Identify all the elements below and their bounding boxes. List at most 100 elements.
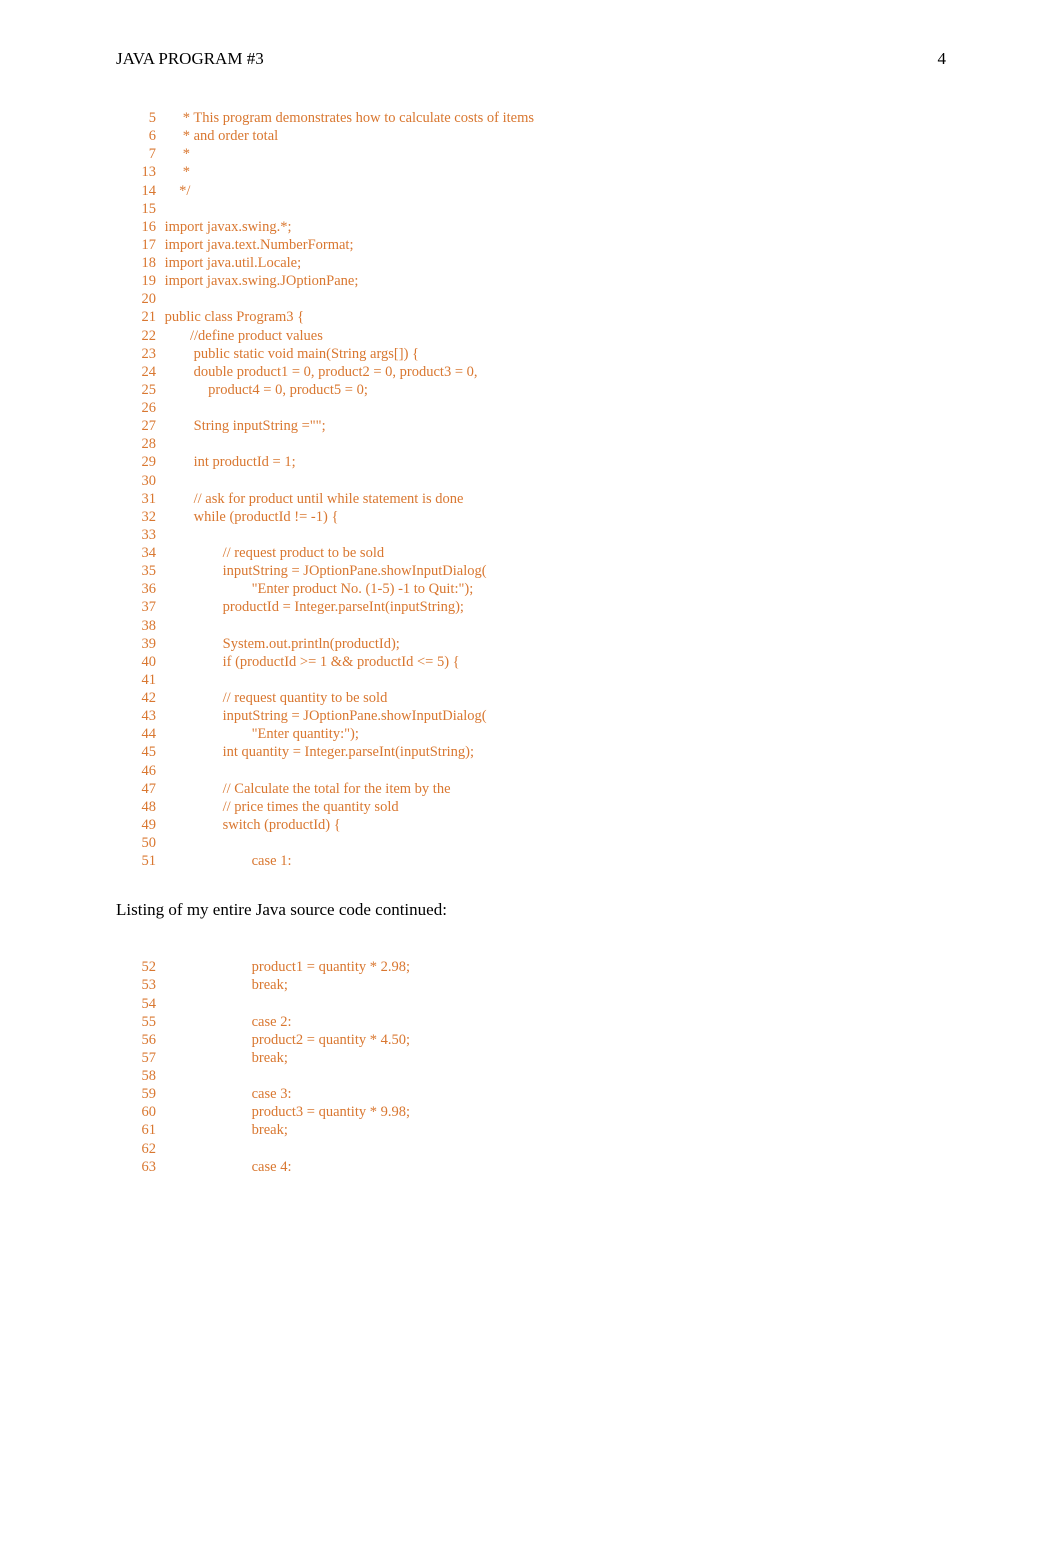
code-line: 62 — [134, 1140, 946, 1158]
code-text: // price times the quantity sold — [161, 798, 399, 816]
code-line: 54 — [134, 995, 946, 1013]
line-number: 6 — [134, 127, 156, 145]
code-line: 31 // ask for product until while statem… — [134, 490, 946, 508]
line-number: 56 — [134, 1031, 156, 1049]
code-text: import javax.swing.*; — [161, 218, 292, 236]
code-text: inputString = JOptionPane.showInputDialo… — [161, 562, 487, 580]
line-number: 44 — [134, 725, 156, 743]
code-line: 42 // request quantity to be sold — [134, 689, 946, 707]
code-text: case 4: — [161, 1158, 291, 1176]
code-line: 52 product1 = quantity * 2.98; — [134, 958, 946, 976]
code-text: product3 = quantity * 9.98; — [161, 1103, 410, 1121]
code-line: 19 import javax.swing.JOptionPane; — [134, 272, 946, 290]
code-text: * This program demonstrates how to calcu… — [161, 109, 534, 127]
line-number: 16 — [134, 218, 156, 236]
line-number: 5 — [134, 109, 156, 127]
line-number: 48 — [134, 798, 156, 816]
code-line: 55 case 2: — [134, 1013, 946, 1031]
code-text: String inputString =""; — [161, 417, 326, 435]
code-line: 53 break; — [134, 976, 946, 994]
code-block-1: 5 * This program demonstrates how to cal… — [134, 109, 946, 870]
line-number: 28 — [134, 435, 156, 453]
line-number: 40 — [134, 653, 156, 671]
line-number: 17 — [134, 236, 156, 254]
line-number: 47 — [134, 780, 156, 798]
code-text: switch (productId) { — [161, 816, 341, 834]
code-text — [161, 834, 165, 852]
code-line: 14 */ — [134, 182, 946, 200]
code-line: 40 if (productId >= 1 && productId <= 5)… — [134, 653, 946, 671]
code-line: 7 * — [134, 145, 946, 163]
line-number: 32 — [134, 508, 156, 526]
line-number: 52 — [134, 958, 156, 976]
code-text — [161, 1067, 165, 1085]
code-line: 33 — [134, 526, 946, 544]
line-number: 27 — [134, 417, 156, 435]
code-line: 37 productId = Integer.parseInt(inputStr… — [134, 598, 946, 616]
code-text: // Calculate the total for the item by t… — [161, 780, 451, 798]
code-text: public class Program3 { — [161, 308, 304, 326]
code-text — [161, 290, 165, 308]
code-text — [161, 671, 165, 689]
code-line: 43 inputString = JOptionPane.showInputDi… — [134, 707, 946, 725]
code-line: 29 int productId = 1; — [134, 453, 946, 471]
code-line: 47 // Calculate the total for the item b… — [134, 780, 946, 798]
code-line: 58 — [134, 1067, 946, 1085]
line-number: 45 — [134, 743, 156, 761]
line-number: 57 — [134, 1049, 156, 1067]
code-line: 57 break; — [134, 1049, 946, 1067]
code-text — [161, 526, 165, 544]
code-line: 20 — [134, 290, 946, 308]
line-number: 36 — [134, 580, 156, 598]
code-line: 34 // request product to be sold — [134, 544, 946, 562]
code-text: * — [161, 145, 190, 163]
line-number: 38 — [134, 617, 156, 635]
code-line: 15 — [134, 200, 946, 218]
code-line: 22 //define product values — [134, 327, 946, 345]
code-text: product1 = quantity * 2.98; — [161, 958, 410, 976]
code-line: 49 switch (productId) { — [134, 816, 946, 834]
code-line: 60 product3 = quantity * 9.98; — [134, 1103, 946, 1121]
line-number: 18 — [134, 254, 156, 272]
line-number: 61 — [134, 1121, 156, 1139]
code-line: 51 case 1: — [134, 852, 946, 870]
code-text — [161, 399, 165, 417]
line-number: 34 — [134, 544, 156, 562]
code-line: 32 while (productId != -1) { — [134, 508, 946, 526]
line-number: 25 — [134, 381, 156, 399]
line-number: 31 — [134, 490, 156, 508]
code-line: 61 break; — [134, 1121, 946, 1139]
code-line: 46 — [134, 762, 946, 780]
line-number: 54 — [134, 995, 156, 1013]
code-line: 18 import java.util.Locale; — [134, 254, 946, 272]
page-header: JAVA PROGRAM #3 4 — [116, 49, 946, 69]
code-text: case 1: — [161, 852, 291, 870]
code-text: * — [161, 163, 190, 181]
code-line: 25 product4 = 0, product5 = 0; — [134, 381, 946, 399]
code-text: case 2: — [161, 1013, 291, 1031]
code-line: 16 import javax.swing.*; — [134, 218, 946, 236]
line-number: 63 — [134, 1158, 156, 1176]
code-line: 63 case 4: — [134, 1158, 946, 1176]
code-text: case 3: — [161, 1085, 291, 1103]
code-text: break; — [161, 1121, 288, 1139]
line-number: 46 — [134, 762, 156, 780]
line-number: 7 — [134, 145, 156, 163]
code-text: "Enter product No. (1-5) -1 to Quit:"); — [161, 580, 473, 598]
code-text — [161, 762, 165, 780]
line-number: 29 — [134, 453, 156, 471]
line-number: 23 — [134, 345, 156, 363]
line-number: 37 — [134, 598, 156, 616]
code-text: import java.text.NumberFormat; — [161, 236, 354, 254]
code-text: break; — [161, 1049, 288, 1067]
line-number: 30 — [134, 472, 156, 490]
line-number: 19 — [134, 272, 156, 290]
code-line: 44 "Enter quantity:"); — [134, 725, 946, 743]
line-number: 43 — [134, 707, 156, 725]
line-number: 21 — [134, 308, 156, 326]
line-number: 51 — [134, 852, 156, 870]
code-text: */ — [161, 182, 190, 200]
code-text — [161, 617, 165, 635]
code-line: 17 import java.text.NumberFormat; — [134, 236, 946, 254]
code-text: product2 = quantity * 4.50; — [161, 1031, 410, 1049]
